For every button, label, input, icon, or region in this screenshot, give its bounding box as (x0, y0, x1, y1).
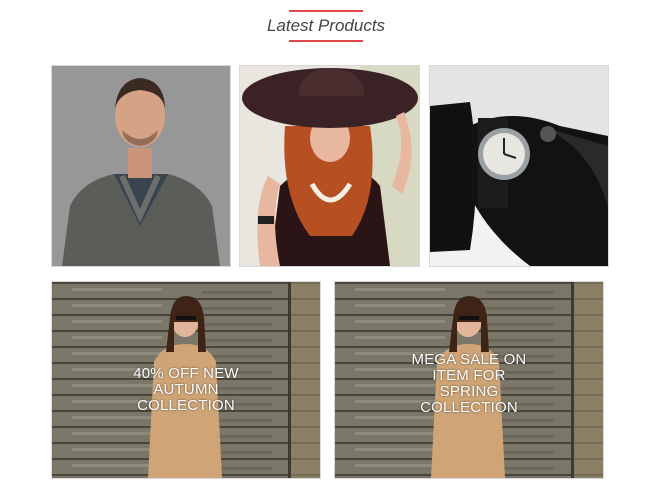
banner-line: ITEM FOR (432, 367, 506, 384)
product-image-man-cardigan[interactable] (51, 65, 231, 267)
heading-bottom-rule (289, 40, 363, 42)
banner-line: MEGA SALE ON (411, 351, 527, 368)
banner-text-spring: MEGA SALE ON ITEM FOR SPRING COLLECTION (335, 352, 603, 416)
banner-line: 40% OFF NEW (133, 365, 239, 382)
heading-top-rule (289, 10, 363, 12)
section-header: Latest Products (0, 8, 652, 42)
promo-banner-autumn[interactable]: 40% OFF NEW AUTUMN COLLECTION (51, 281, 321, 479)
banner-text-autumn: 40% OFF NEW AUTUMN COLLECTION (52, 366, 320, 414)
section-title: Latest Products (266, 16, 386, 35)
banner-line: COLLECTION (420, 399, 518, 416)
banner-line: AUTUMN (153, 381, 219, 398)
product-image-woman-hat[interactable] (239, 65, 420, 267)
banner-line: COLLECTION (137, 397, 235, 414)
promo-banner-spring[interactable]: MEGA SALE ON ITEM FOR SPRING COLLECTION (334, 281, 604, 479)
latest-products-section: Latest Products 40% OFF NEW AUTUMN COLLE… (0, 0, 652, 489)
banner-line: SPRING (439, 383, 499, 400)
product-image-watch[interactable] (429, 65, 609, 267)
